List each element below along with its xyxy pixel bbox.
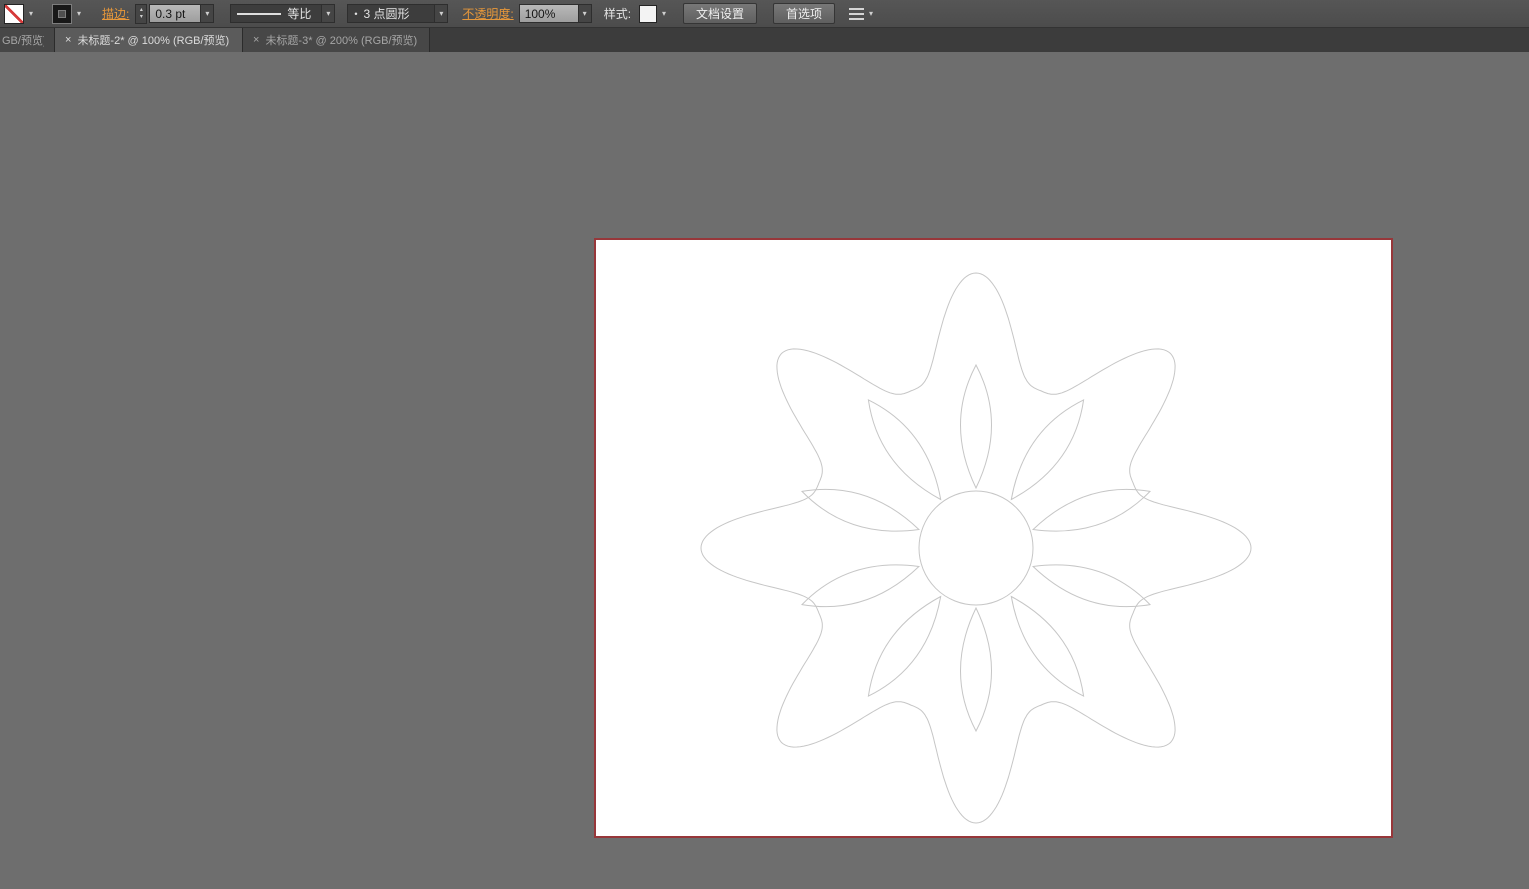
style-label: 样式: xyxy=(604,5,631,22)
stroke-weight-field[interactable]: 0.3 pt xyxy=(149,4,201,23)
petal-path[interactable] xyxy=(802,565,919,607)
width-profile-dropdown[interactable]: 等比 xyxy=(230,4,322,23)
stroke-weight-label[interactable]: 描边: xyxy=(102,5,129,22)
petal-path[interactable] xyxy=(868,400,940,500)
tab-label: 未标题-3* @ 200% (RGB/预览) xyxy=(265,32,417,48)
brush-dropdown-button[interactable]: ▾ xyxy=(435,4,448,23)
petal-path[interactable] xyxy=(802,489,919,531)
width-profile-line-icon xyxy=(237,13,281,15)
preferences-button[interactable]: 首选项 xyxy=(773,3,835,24)
outer-star-path[interactable] xyxy=(701,273,1251,823)
petal-path[interactable] xyxy=(1033,489,1150,531)
control-panel-menu-arrow[interactable]: ▾ xyxy=(866,9,876,18)
document-setup-button[interactable]: 文档设置 xyxy=(683,3,757,24)
control-panel-menu-icon[interactable] xyxy=(849,8,864,20)
tab-label: GB/预览) xyxy=(2,32,44,48)
brush-dropdown[interactable]: • 3 点圆形 xyxy=(347,4,435,23)
opacity-label[interactable]: 不透明度: xyxy=(462,5,513,22)
flower-drawing[interactable] xyxy=(596,240,1391,836)
tab-document-1-partial[interactable]: GB/预览) xyxy=(0,28,55,52)
petal-path[interactable] xyxy=(1011,597,1083,697)
canvas-area[interactable] xyxy=(0,52,1529,889)
tab-document-3[interactable]: × 未标题-3* @ 200% (RGB/预览) xyxy=(243,28,430,52)
stroke-color-swatch[interactable] xyxy=(52,4,72,24)
petal-path[interactable] xyxy=(961,608,992,731)
width-profile-dropdown-button[interactable]: ▾ xyxy=(322,4,335,23)
tab-document-2[interactable]: × 未标题-2* @ 100% (RGB/预览) xyxy=(55,28,243,52)
stroke-swatch-dropdown-arrow[interactable]: ▾ xyxy=(74,9,84,18)
tab-close-icon[interactable]: × xyxy=(65,34,71,46)
stepper-up-icon[interactable]: ▴ xyxy=(140,7,143,14)
tab-label: 未标题-2* @ 100% (RGB/预览) xyxy=(77,32,229,48)
document-tab-bar: GB/预览) × 未标题-2* @ 100% (RGB/预览) × 未标题-3*… xyxy=(0,28,1529,52)
control-bar: ▾ ▾ 描边: ▴ ▾ 0.3 pt ▾ 等比 ▾ • 3 点圆形 ▾ 不透明度… xyxy=(0,0,1529,28)
brush-value: 3 点圆形 xyxy=(364,5,410,22)
artboard[interactable] xyxy=(594,238,1393,838)
style-dropdown-arrow[interactable]: ▾ xyxy=(659,9,669,18)
opacity-dropdown-button[interactable]: ▾ xyxy=(579,4,592,23)
tab-close-icon[interactable]: × xyxy=(253,34,259,46)
stroke-weight-dropdown-button[interactable]: ▾ xyxy=(201,4,214,23)
brush-dot-icon: • xyxy=(354,9,357,19)
petal-path[interactable] xyxy=(1011,400,1083,500)
petal-path[interactable] xyxy=(868,597,940,697)
fill-none-swatch[interactable] xyxy=(4,4,24,24)
petal-path[interactable] xyxy=(961,365,992,488)
center-circle[interactable] xyxy=(919,491,1033,605)
stroke-weight-stepper[interactable]: ▴ ▾ xyxy=(135,4,147,24)
style-swatch[interactable] xyxy=(639,5,657,23)
width-profile-value: 等比 xyxy=(287,5,311,22)
opacity-field[interactable]: 100% xyxy=(519,4,579,23)
petal-path[interactable] xyxy=(1033,565,1150,607)
fill-swatch-dropdown-arrow[interactable]: ▾ xyxy=(26,9,36,18)
stepper-down-icon[interactable]: ▾ xyxy=(140,14,143,21)
